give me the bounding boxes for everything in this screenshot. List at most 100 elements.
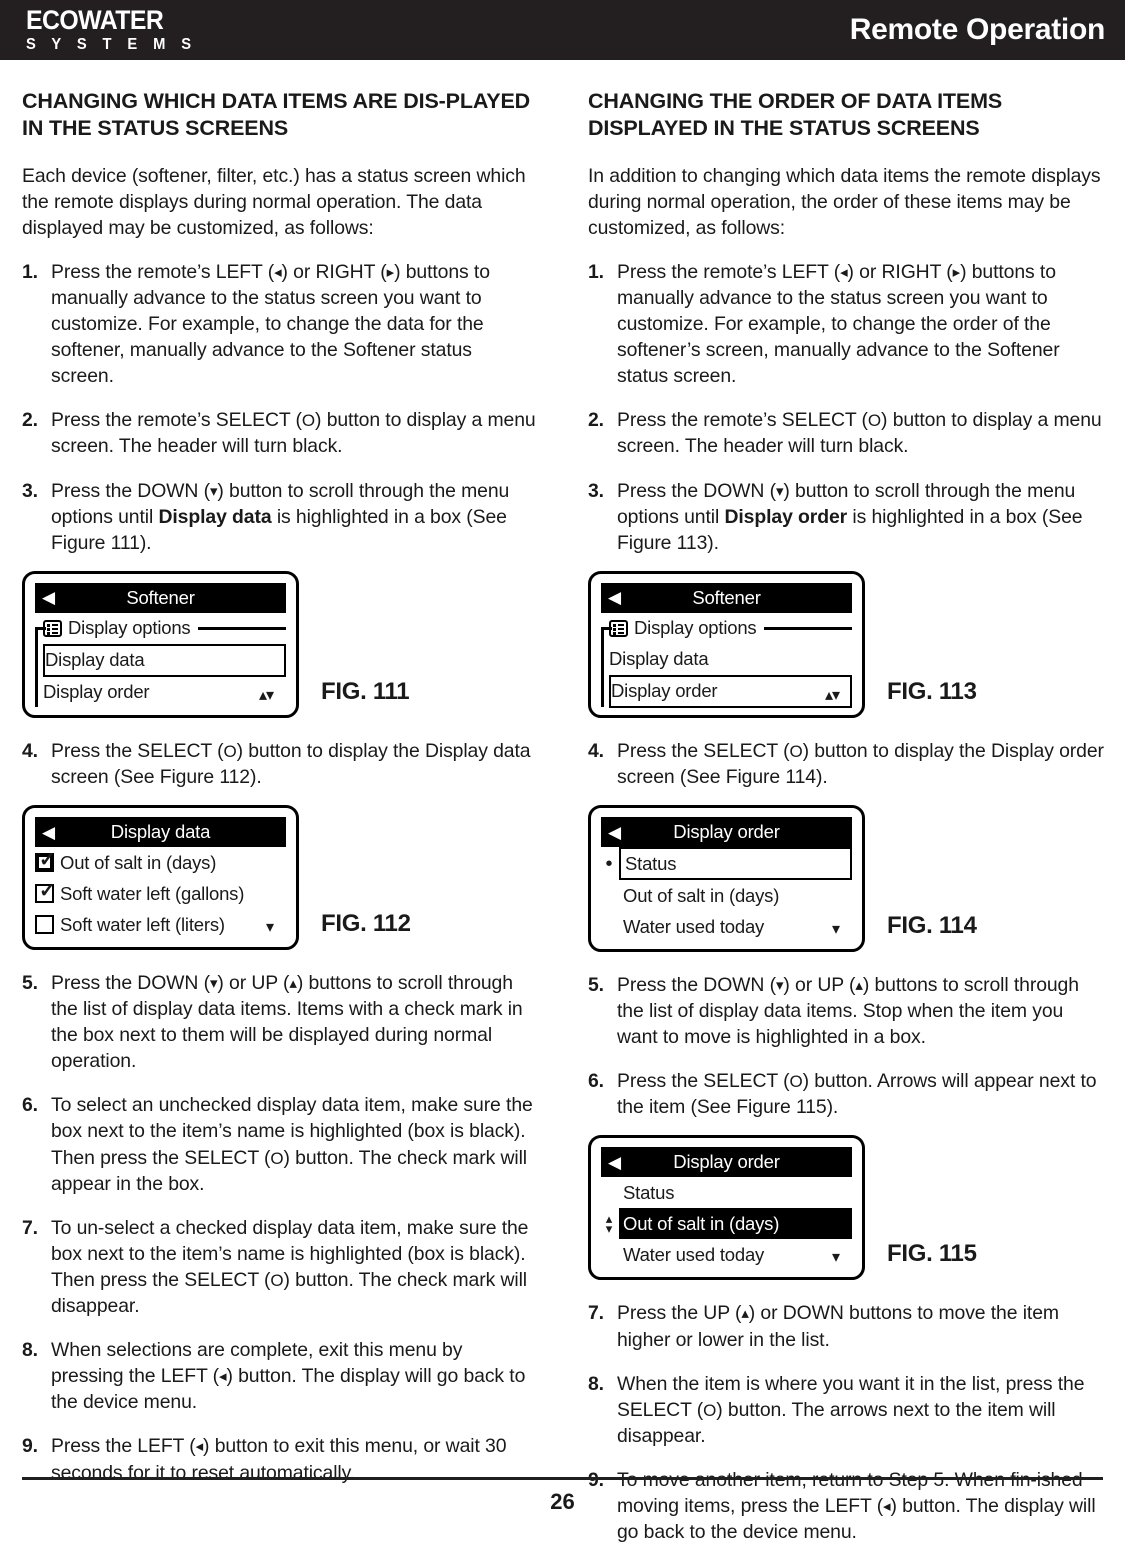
lcd-item-display-order-111[interactable]: Display order xyxy=(43,677,286,708)
scroll-indicator-updown-icon: ▴▾ xyxy=(824,686,840,704)
lcd-header-113: ◀ Softener xyxy=(601,582,852,613)
lcd-item-label: Out of salt in (days) xyxy=(60,851,217,873)
lcd-group-label-113: Display options xyxy=(634,617,757,639)
lcd-item-label: Soft water left (gallons) xyxy=(60,882,245,904)
emphasis-text: Display order xyxy=(724,505,848,528)
step-number: 6. xyxy=(588,1070,604,1093)
lcd-item-label: Out of salt in (days) xyxy=(623,884,780,906)
list-options-icon xyxy=(43,619,62,637)
lcd-item-status-115[interactable]: Status xyxy=(619,1177,852,1208)
current-item-bullet-icon: • xyxy=(605,852,613,875)
step-number: 1. xyxy=(22,260,38,283)
lcd-group-row-111: Display options xyxy=(35,613,286,644)
page-header: ECOWATER S Y S T E M S Remote Operation xyxy=(0,0,1125,60)
lcd-item-display-order-113[interactable]: Display order xyxy=(609,674,852,708)
select-button-icon: O xyxy=(789,1072,803,1092)
lcd-item-label: Status xyxy=(625,852,677,874)
instruction-step: 8. When the item is where you want it in … xyxy=(588,1372,1085,1447)
lcd-item-display-data-111[interactable]: Display data xyxy=(43,643,286,677)
header-title: Remote Operation xyxy=(849,13,1106,46)
figure-113: ◀ Softener Display options Display data … xyxy=(588,570,1104,718)
figure-115-label: FIG. 115 xyxy=(887,1240,977,1268)
lcd-group-row-113: Display options xyxy=(601,613,852,644)
checkbox-checked-highlighted-icon[interactable]: ✓ xyxy=(35,849,56,872)
step-number: 3. xyxy=(588,479,604,502)
logo-wordmark: ECOWATER xyxy=(26,5,164,36)
lcd-item-display-data-113[interactable]: Display data xyxy=(609,644,852,675)
select-button-icon: O xyxy=(301,411,316,431)
checkbox-unchecked-icon[interactable] xyxy=(35,915,54,934)
instruction-step: 7. Press the UP (▴) or DOWN buttons to mo… xyxy=(588,1302,1059,1351)
instruction-step: 2. Press the remote’s SELECT (O) button t… xyxy=(588,409,1102,458)
scroll-indicator-updown-icon: ▴▾ xyxy=(258,686,274,704)
lcd-item-salt-115[interactable]: Out of salt in (days) xyxy=(619,1208,852,1240)
figure-114: ◀ Display order • Status Out of salt in … xyxy=(588,805,1104,952)
lcd-checkbox-row-1[interactable]: ✓ Out of salt in (days) xyxy=(35,847,286,878)
lcd-body-111: Display options Display data Display ord… xyxy=(35,613,286,708)
instruction-step: 7. To un-select a checked display data it… xyxy=(22,1216,529,1318)
left-arrow-icon: ◂ xyxy=(219,1368,227,1386)
lcd-item-water-114[interactable]: Water used today xyxy=(619,911,852,942)
right-arrow-icon: ▸ xyxy=(952,263,961,281)
scroll-indicator-down-icon: ▾ xyxy=(831,921,840,938)
instruction-step: 3. Press the DOWN (▾) button to scroll th… xyxy=(22,479,510,554)
down-arrow-icon: ▾ xyxy=(209,975,218,992)
step-number: 4. xyxy=(588,739,604,762)
lcd-item-label: Display order xyxy=(43,681,150,703)
lcd-item-label: Display data xyxy=(609,648,709,670)
instruction-step: 3. Press the DOWN (▾) button to scroll th… xyxy=(588,479,1083,554)
lcd-title-114: Display order xyxy=(673,821,780,842)
left-arrow-icon: ◂ xyxy=(840,263,848,281)
select-button-icon: O xyxy=(270,1270,284,1290)
step-number: 5. xyxy=(588,974,604,996)
step-number: 4. xyxy=(22,739,38,762)
step-number: 2. xyxy=(588,409,604,432)
left-steps-5-9: 5. Press the DOWN (▾) or UP (▴) buttons t… xyxy=(22,970,538,1486)
emphasis-text: Display data xyxy=(158,505,272,528)
right-steps-1-3: 1. Press the remote’s LEFT (◂) or RIGHT (… xyxy=(588,259,1104,556)
lcd-body-113: Display options Display data Display ord… xyxy=(601,613,852,708)
select-button-icon: O xyxy=(270,1148,284,1168)
instruction-step: 4. Press the SELECT (O) button to display… xyxy=(588,739,1104,788)
instruction-step: 5. Press the DOWN (▾) or UP (▴) buttons t… xyxy=(588,974,1079,1049)
figure-115: ◀ Display order Status ▴ ▾ Out of salt i… xyxy=(588,1135,1104,1281)
move-down-icon: ▾ xyxy=(605,1220,613,1236)
lcd-header-111: ◀ Softener xyxy=(35,582,286,613)
lcd-body-115: Status ▴ ▾ Out of salt in (days) Water u… xyxy=(601,1177,852,1270)
left-steps-1-3: 1. Press the remote’s LEFT (◂) or RIGHT (… xyxy=(22,259,538,556)
select-button-icon: O xyxy=(223,741,237,761)
scroll-indicator-down-icon: ▾ xyxy=(831,1249,840,1267)
step-number: 2. xyxy=(22,409,38,432)
select-button-icon: O xyxy=(789,741,803,761)
move-updown-arrows-icon: ▴ ▾ xyxy=(601,1212,617,1236)
lcd-header-114: ◀ Display order xyxy=(601,817,852,847)
lcd-item-label: Display order xyxy=(611,680,718,702)
instruction-step: 4. Press the SELECT (O) button to display… xyxy=(22,739,531,788)
select-button-icon: O xyxy=(703,1400,717,1420)
lcd-screen-114: ◀ Display order • Status Out of salt in … xyxy=(588,805,865,952)
lcd-checkbox-row-3[interactable]: Soft water left (liters) xyxy=(35,909,286,940)
check-icon: ✓ xyxy=(39,849,56,871)
down-arrow-icon: ▾ xyxy=(775,977,784,994)
lcd-header-115: ◀ Display order xyxy=(601,1147,852,1178)
lcd-item-status-114[interactable]: Status xyxy=(619,847,852,880)
lcd-item-water-115[interactable]: Water used today xyxy=(619,1239,852,1270)
lcd-checkbox-row-2[interactable]: ✓ Soft water left (gallons) xyxy=(35,878,286,909)
page-number: 26 xyxy=(550,1489,575,1514)
figure-114-label: FIG. 114 xyxy=(887,912,977,939)
step-number: 6. xyxy=(22,1094,38,1117)
group-rule xyxy=(764,626,852,630)
checkbox-checked-icon[interactable]: ✓ xyxy=(35,881,56,903)
lcd-body-112: ✓ Out of salt in (days) ✓ Soft water lef… xyxy=(35,847,286,940)
figure-111: ◀ Softener Display options Display data … xyxy=(22,570,538,718)
up-arrow-icon: ▴ xyxy=(741,1305,749,1323)
right-column: CHANGING THE ORDER OF DATA ITEMS DISPLAY… xyxy=(588,88,1104,1563)
instruction-step: 8. When selections are complete, exit thi… xyxy=(22,1339,526,1414)
step-number: 8. xyxy=(22,1339,38,1362)
lcd-item-salt-114[interactable]: Out of salt in (days) xyxy=(619,880,852,911)
lcd-title-111: Softener xyxy=(126,586,195,608)
right-steps-5-6: 5. Press the DOWN (▾) or UP (▴) buttons t… xyxy=(588,972,1104,1120)
step-number: 8. xyxy=(588,1372,604,1395)
logo-tagline: S Y S T E M S xyxy=(26,36,197,54)
figure-111-label: FIG. 111 xyxy=(321,677,410,705)
